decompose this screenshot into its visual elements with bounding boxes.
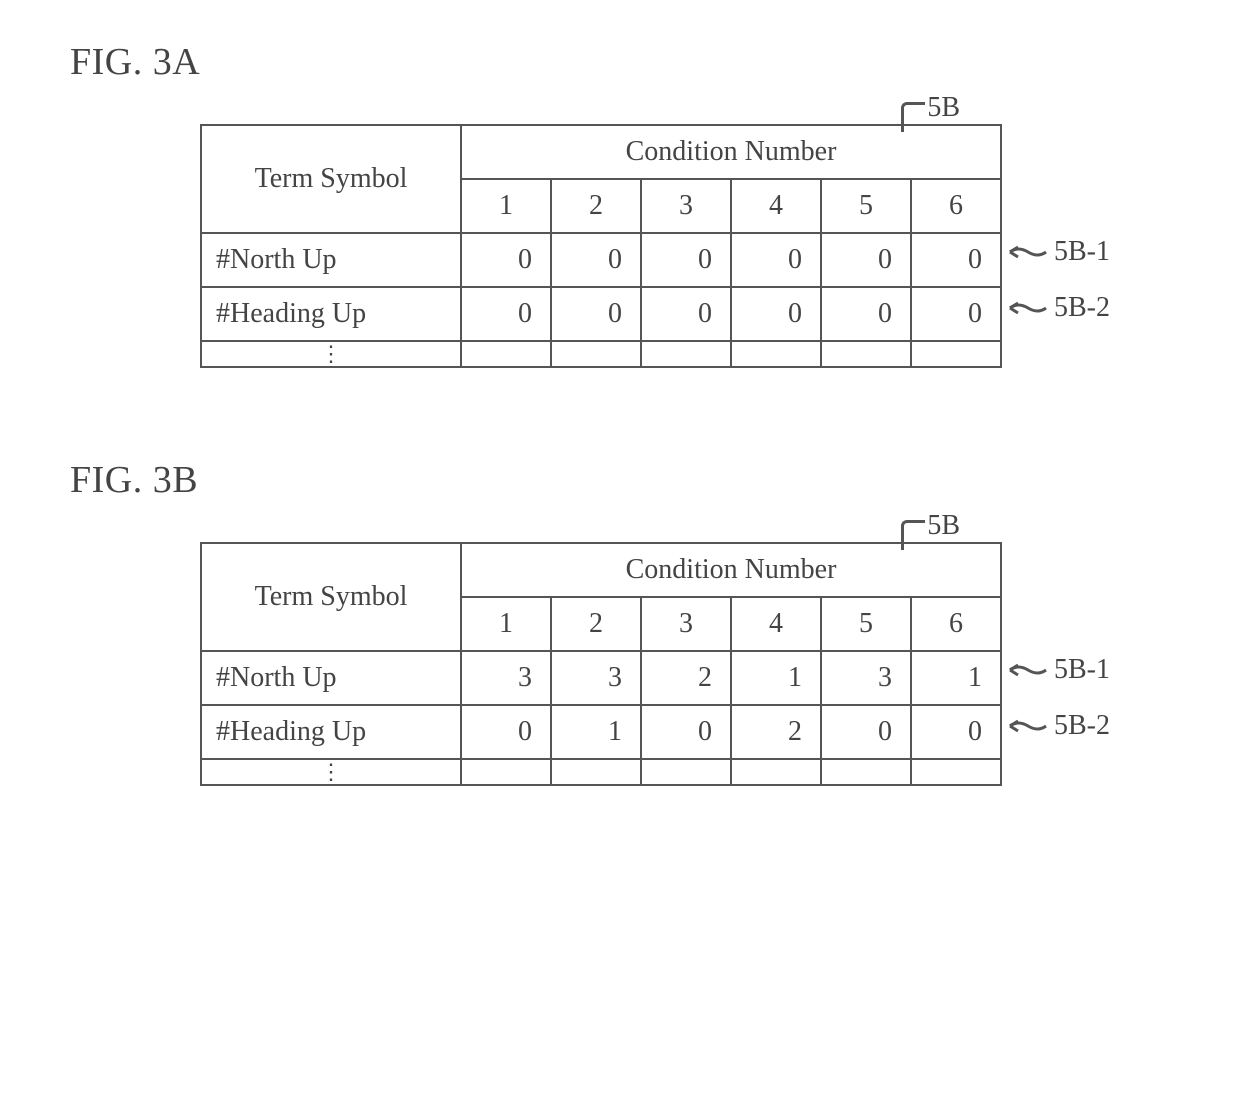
cell-term: #North Up	[201, 233, 461, 287]
cell-val: 0	[461, 287, 551, 341]
cell-term: #North Up	[201, 651, 461, 705]
callout-row-2: 5B-2	[1008, 292, 1110, 324]
table-row: #North Up 0 0 0 0 0 0	[201, 233, 1001, 287]
cell-val: 0	[551, 233, 641, 287]
cell-val: 2	[641, 651, 731, 705]
header-col-3: 3	[641, 179, 731, 233]
callout-table-ref: 5B	[901, 502, 960, 550]
cell-val: 0	[821, 233, 911, 287]
table-row-ellipsis: ⋮	[201, 341, 1001, 367]
header-condition-number: Condition Number	[461, 543, 1001, 597]
table-header-row-1: Term Symbol Condition Number	[201, 543, 1001, 597]
header-col-5: 5	[821, 597, 911, 651]
header-col-2: 2	[551, 597, 641, 651]
cell-val: 0	[911, 287, 1001, 341]
cell-val: 0	[821, 287, 911, 341]
table-row-ellipsis: ⋮	[201, 759, 1001, 785]
header-condition-number: Condition Number	[461, 125, 1001, 179]
cell-val: 1	[731, 651, 821, 705]
figure-3b: FIG. 3B 5B 5B-1 5B-2 Term Symbol Conditi…	[60, 458, 1180, 786]
figure-3a: FIG. 3A 5B 5B-1 5B-2 Term Symbol Conditi…	[60, 40, 1180, 368]
header-col-3: 3	[641, 597, 731, 651]
header-col-4: 4	[731, 597, 821, 651]
figure-label: FIG. 3A	[70, 40, 1180, 84]
table-row: #Heading Up 0 0 0 0 0 0	[201, 287, 1001, 341]
cell-val: 0	[641, 233, 731, 287]
figure-label: FIG. 3B	[70, 458, 1180, 502]
cell-val: 3	[821, 651, 911, 705]
header-term-symbol: Term Symbol	[201, 543, 461, 651]
header-term-symbol: Term Symbol	[201, 125, 461, 233]
callout-row-1: 5B-1	[1008, 236, 1110, 268]
cell-val: 0	[911, 705, 1001, 759]
callout-text: 5B	[927, 92, 960, 124]
callout-row-2: 5B-2	[1008, 710, 1110, 742]
header-col-2: 2	[551, 179, 641, 233]
ellipsis-icon: ⋮	[201, 759, 461, 785]
cell-val: 2	[731, 705, 821, 759]
header-col-5: 5	[821, 179, 911, 233]
cell-val: 0	[641, 287, 731, 341]
evaluation-table-a: Term Symbol Condition Number 1 2 3 4 5 6…	[200, 124, 1002, 368]
cell-val: 0	[641, 705, 731, 759]
callout-text: 5B	[927, 510, 960, 542]
header-col-6: 6	[911, 597, 1001, 651]
callout-text: 5B-2	[1054, 710, 1110, 742]
cell-val: 0	[911, 233, 1001, 287]
cell-val: 0	[461, 233, 551, 287]
header-col-1: 1	[461, 597, 551, 651]
header-col-1: 1	[461, 179, 551, 233]
cell-term: #Heading Up	[201, 287, 461, 341]
callout-text: 5B-1	[1054, 654, 1110, 686]
cell-val: 3	[461, 651, 551, 705]
cell-val: 3	[551, 651, 641, 705]
cell-val: 1	[911, 651, 1001, 705]
table-row: #North Up 3 3 2 1 3 1	[201, 651, 1001, 705]
cell-val: 0	[551, 287, 641, 341]
table-row: #Heading Up 0 1 0 2 0 0	[201, 705, 1001, 759]
header-col-6: 6	[911, 179, 1001, 233]
callout-text: 5B-2	[1054, 292, 1110, 324]
cell-val: 1	[551, 705, 641, 759]
callout-text: 5B-1	[1054, 236, 1110, 268]
cell-val: 0	[821, 705, 911, 759]
table-header-row-1: Term Symbol Condition Number	[201, 125, 1001, 179]
cell-term: #Heading Up	[201, 705, 461, 759]
evaluation-table-b: Term Symbol Condition Number 1 2 3 4 5 6…	[200, 542, 1002, 786]
callout-row-1: 5B-1	[1008, 654, 1110, 686]
cell-val: 0	[731, 287, 821, 341]
header-col-4: 4	[731, 179, 821, 233]
ellipsis-icon: ⋮	[201, 341, 461, 367]
table-wrap-a: 5B 5B-1 5B-2 Term Symbol Condition Numbe…	[200, 124, 1000, 368]
callout-table-ref: 5B	[901, 84, 960, 132]
cell-val: 0	[461, 705, 551, 759]
table-wrap-b: 5B 5B-1 5B-2 Term Symbol Condition Numbe…	[200, 542, 1000, 786]
cell-val: 0	[731, 233, 821, 287]
